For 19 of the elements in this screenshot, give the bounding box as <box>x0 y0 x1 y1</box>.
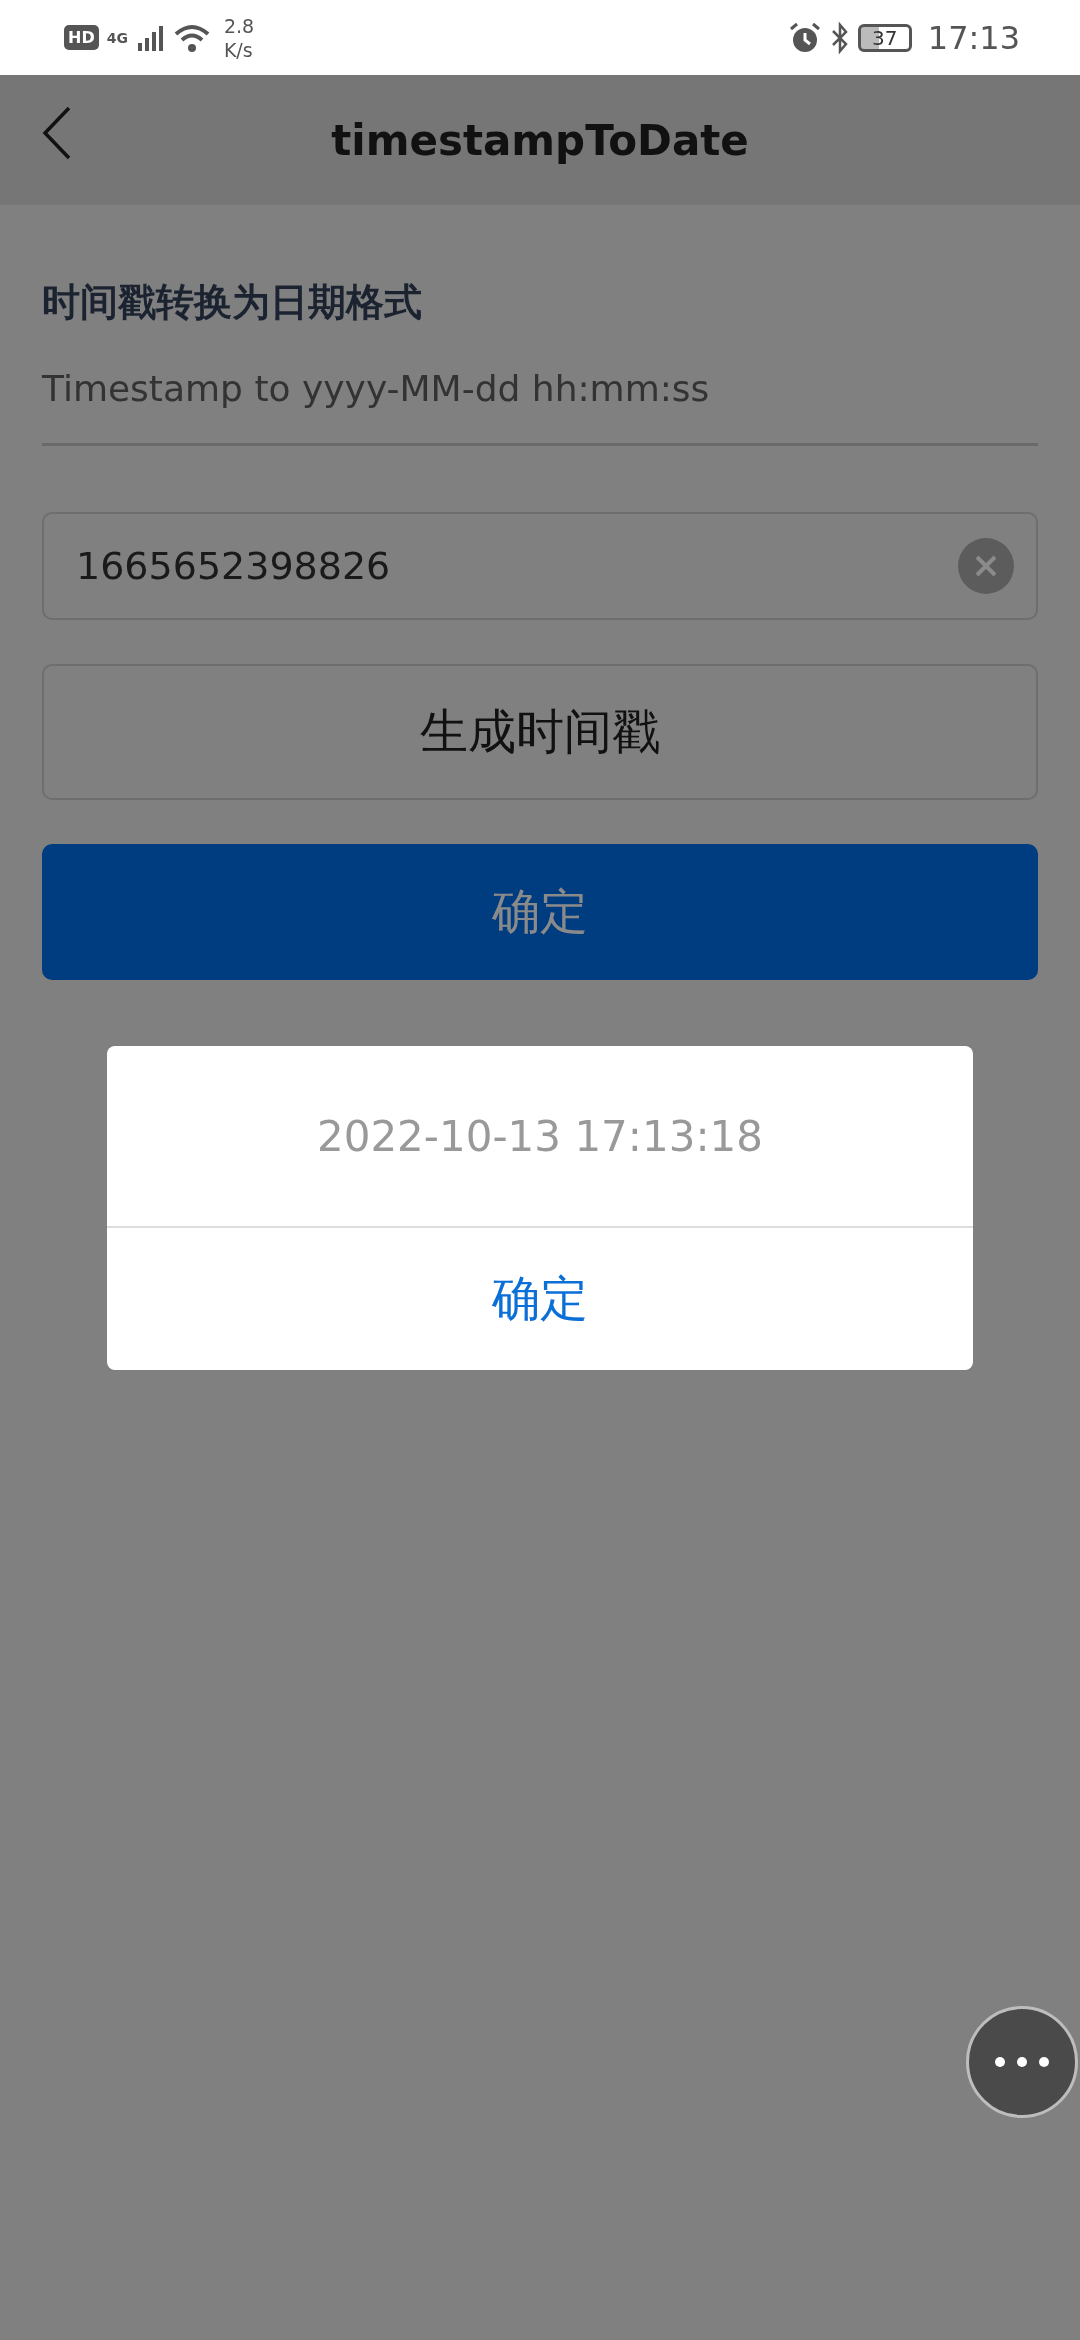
status-time: 17:13 <box>927 18 1020 57</box>
dialog-message: 2022-10-13 17:13:18 <box>107 1046 973 1228</box>
timestamp-field[interactable]: 1665652398826 <box>42 512 1038 620</box>
back-icon[interactable] <box>42 105 72 161</box>
dialog-confirm-button[interactable]: 确定 <box>107 1228 973 1370</box>
section-title: 时间戳转换为日期格式 <box>42 279 423 326</box>
confirm-button[interactable]: 确定 <box>42 844 1038 980</box>
network-speed: 2.8 <box>223 13 255 38</box>
hd-badge: HD <box>64 25 99 50</box>
network-type: 4G <box>106 29 128 46</box>
generate-button[interactable]: 生成时间戳 <box>42 664 1038 800</box>
battery-icon: 37 <box>857 23 912 52</box>
section-subtitle: Timestamp to yyyy-MM-dd hh:mm:ss <box>42 368 711 409</box>
alarm-icon <box>787 20 822 55</box>
speed-unit: K/s <box>223 37 254 62</box>
bluetooth-icon <box>829 20 850 55</box>
page-title: timestampToDate <box>331 115 749 165</box>
wifi-icon <box>173 22 210 53</box>
more-icon <box>992 2055 1052 2069</box>
